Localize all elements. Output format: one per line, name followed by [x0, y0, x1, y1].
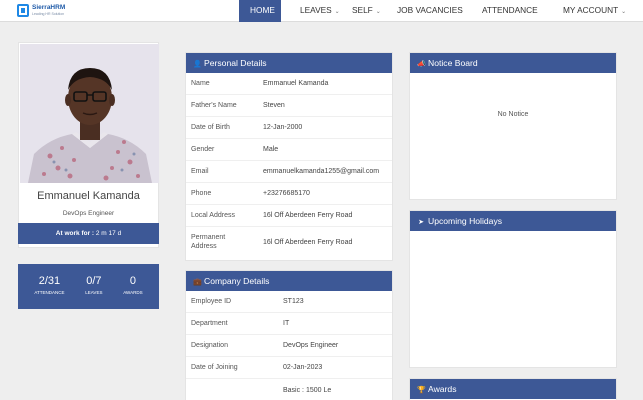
- panel-title: Awards: [428, 384, 457, 394]
- detail-row: Phone +23276685170: [186, 183, 392, 205]
- detail-value: Basic : 1500 Le: [283, 386, 332, 394]
- awards-panel: 🏆 Awards: [409, 378, 617, 400]
- detail-value: +23276685170: [263, 190, 310, 197]
- user-icon: 👤: [193, 61, 202, 68]
- profile-photo: [20, 44, 159, 183]
- stats-box: 2/31 ATTENDANCE 0/7 LEAVES 0 AWARDS: [18, 264, 159, 309]
- detail-value: emmanuelkamanda1255@gmail.com: [263, 168, 380, 175]
- profile-name: Emmanuel Kamanda: [37, 190, 140, 202]
- detail-value: 12-Jan-2000: [263, 124, 303, 131]
- logo-icon: [17, 4, 29, 17]
- nav-leaves[interactable]: LEAVES ⌄: [281, 0, 340, 22]
- notice-board-header: 📣 Notice Board: [410, 53, 616, 73]
- nav-job-vacancies[interactable]: JOB VACANCIES: [380, 0, 465, 22]
- detail-value: 02-Jan-2023: [283, 364, 323, 371]
- stat-leaves: 0/7 LEAVES: [85, 264, 102, 309]
- detail-label: Employee ID: [191, 298, 232, 305]
- brand-name: SierraHRM: [32, 4, 66, 11]
- stat-value: 0: [129, 275, 136, 287]
- notice-empty-text: No Notice: [497, 111, 529, 118]
- stat-value: 2/31: [38, 275, 61, 287]
- awards-header: 🏆 Awards: [410, 379, 616, 399]
- nav-attendance[interactable]: ATTENDANCE: [465, 0, 543, 22]
- paper-plane-icon: ➤: [418, 219, 424, 226]
- avatar: [20, 44, 159, 183]
- stat-label: LEAVES: [85, 290, 103, 295]
- detail-row: Father's Name Steven: [186, 95, 392, 117]
- profile-role: DevOps Engineer: [62, 210, 115, 217]
- personal-details-header: 👤 Personal Details: [186, 53, 392, 73]
- top-navbar: SierraHRM Leading HR Solution HOME LEAVE…: [0, 0, 643, 22]
- detail-label: Local Address: [191, 212, 235, 219]
- briefcase-icon: 💼: [193, 279, 202, 286]
- stat-label: ATTENDANCE: [34, 290, 65, 295]
- at-work-banner: At work for : 2 m 17 d: [18, 223, 159, 244]
- stat-value: 0/7: [86, 275, 102, 287]
- detail-label: Permanent Address: [191, 234, 226, 250]
- profile-card: Emmanuel Kamanda DevOps Engineer At work…: [18, 42, 159, 248]
- detail-label: Date of Joining: [191, 364, 238, 371]
- detail-label: Father's Name: [191, 102, 237, 109]
- personal-details-panel: 👤 Personal Details Name Emmanuel Kamanda …: [185, 52, 393, 261]
- detail-value: Male: [263, 146, 279, 153]
- detail-value: Emmanuel Kamanda: [263, 80, 329, 87]
- detail-row: Department IT: [186, 313, 392, 335]
- stat-attendance: 2/31 ATTENDANCE: [34, 264, 64, 309]
- stat-awards: 0 AWARDS: [123, 264, 142, 309]
- detail-row: Gender Male: [186, 139, 392, 161]
- detail-row: Employee ID ST123: [186, 291, 392, 313]
- detail-row: Email emmanuelkamanda1255@gmail.com: [186, 161, 392, 183]
- detail-value: IT: [283, 320, 290, 327]
- upcoming-holidays-panel: ➤ Upcoming Holidays: [409, 210, 617, 368]
- detail-label: Department: [191, 320, 228, 327]
- detail-row: Basic : 1500 Le: [186, 379, 392, 400]
- notice-board-panel: 📣 Notice Board No Notice: [409, 52, 617, 200]
- chevron-down-icon: ⌄: [621, 9, 627, 15]
- detail-row: Permanent Address 16l Off Aberdeen Ferry…: [186, 227, 392, 257]
- detail-value: 16l Off Aberdeen Ferry Road: [263, 212, 353, 219]
- detail-label: Date of Birth: [191, 124, 230, 131]
- at-work-label: At work for :: [55, 230, 95, 237]
- nav-home[interactable]: HOME: [239, 0, 281, 22]
- detail-row: Date of Joining 02-Jan-2023: [186, 357, 392, 379]
- detail-label: Email: [191, 168, 209, 175]
- panel-title: Personal Details: [204, 58, 267, 68]
- company-details-panel: 💼 Company Details Employee ID ST123 Depar…: [185, 270, 393, 400]
- detail-value: DevOps Engineer: [283, 342, 339, 349]
- upcoming-holidays-header: ➤ Upcoming Holidays: [410, 211, 616, 231]
- detail-row: Date of Birth 12-Jan-2000: [186, 117, 392, 139]
- brand-logo[interactable]: SierraHRM Leading HR Solution: [17, 4, 77, 18]
- detail-row: Designation DevOps Engineer: [186, 335, 392, 357]
- trophy-icon: 🏆: [417, 387, 426, 394]
- at-work-value: 2 m 17 d: [95, 230, 122, 237]
- panel-title: Company Details: [204, 276, 270, 286]
- detail-value: Steven: [263, 102, 285, 109]
- nav-self[interactable]: SELF ⌄: [335, 0, 381, 22]
- company-details-header: 💼 Company Details: [186, 271, 392, 291]
- stat-label: AWARDS: [123, 290, 143, 295]
- detail-label: Name: [191, 80, 210, 87]
- brand-tagline: Leading HR Solution: [32, 12, 65, 16]
- detail-row: Local Address 16l Off Aberdeen Ferry Roa…: [186, 205, 392, 227]
- panel-title: Notice Board: [428, 58, 478, 68]
- detail-row: Name Emmanuel Kamanda: [186, 73, 392, 95]
- panel-title: Upcoming Holidays: [428, 216, 503, 226]
- bullhorn-icon: 📣: [417, 61, 426, 68]
- detail-value: 16l Off Aberdeen Ferry Road: [263, 238, 353, 246]
- detail-value: ST123: [283, 298, 304, 305]
- detail-label: Gender: [191, 146, 215, 153]
- detail-label: Designation: [191, 342, 228, 349]
- nav-my-account[interactable]: MY ACCOUNT ⌄: [543, 0, 633, 22]
- main-nav: HOME LEAVES ⌄ SELF ⌄ JOB VACANCIES ATTENDA…: [239, 0, 633, 22]
- detail-label: Phone: [191, 190, 212, 197]
